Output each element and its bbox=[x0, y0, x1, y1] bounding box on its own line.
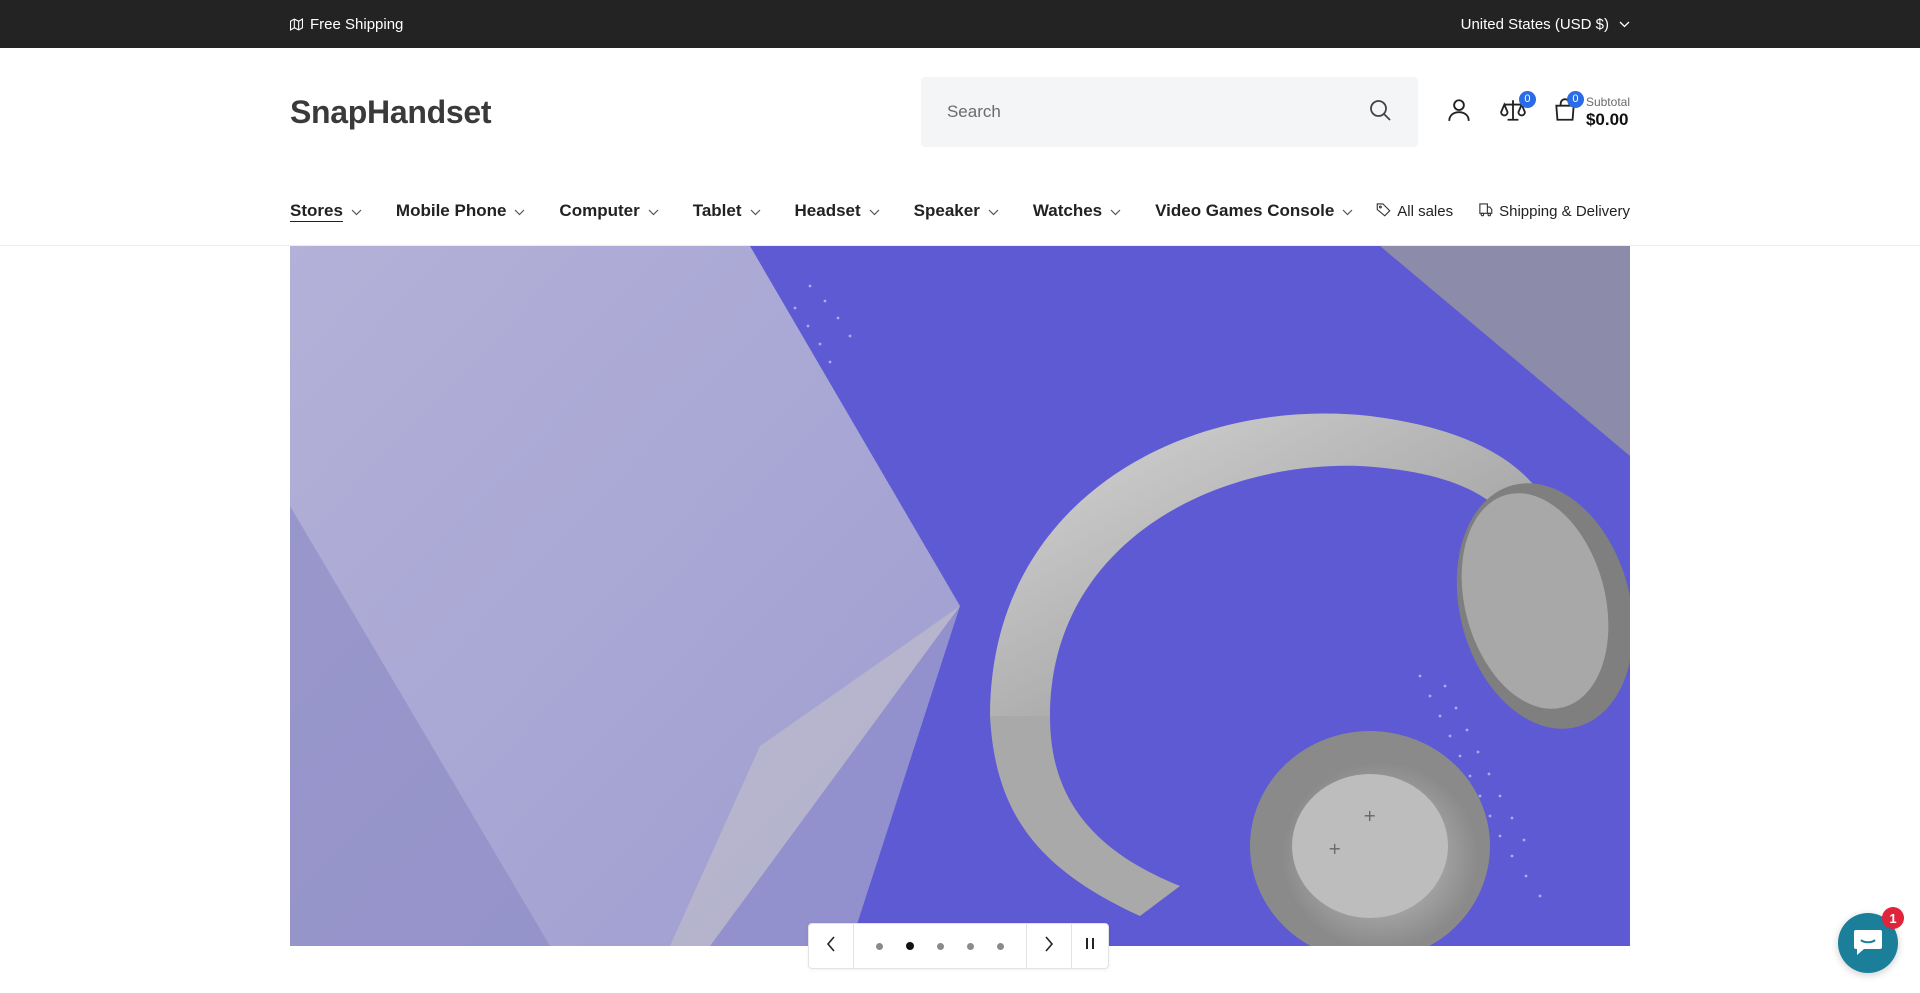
chevron-left-icon bbox=[826, 935, 836, 957]
free-shipping-notice: Free Shipping bbox=[290, 16, 403, 33]
free-shipping-text: Free Shipping bbox=[310, 15, 404, 33]
box-icon bbox=[1478, 202, 1493, 221]
announcement-bar: Free Shipping United States (USD $) bbox=[0, 0, 1920, 48]
hero-slideshow: + + bbox=[290, 246, 1630, 969]
slider-controls bbox=[808, 923, 1109, 969]
compare-count-badge: 0 bbox=[1518, 90, 1536, 108]
nav-item-label: Tablet bbox=[692, 201, 742, 220]
slide-dot-3[interactable] bbox=[937, 942, 944, 950]
nav-item-watches[interactable]: Watches bbox=[1033, 201, 1121, 221]
main-navigation: Stores Mobile Phone Computer Tablet Headset S… bbox=[0, 176, 1920, 246]
search-input[interactable] bbox=[946, 102, 1347, 122]
nav-item-label: Headset bbox=[794, 201, 861, 220]
nav-item-headset[interactable]: Headset bbox=[795, 201, 880, 221]
country-selector[interactable]: United States (USD $) bbox=[1461, 16, 1630, 33]
site-header: SnapHandset 0 bbox=[0, 48, 1920, 176]
cart-icon-wrap: 0 bbox=[1552, 90, 1584, 128]
slide-dot-1[interactable] bbox=[876, 942, 883, 950]
nav-item-computer[interactable]: Computer bbox=[559, 201, 659, 221]
nav-item-label: Computer bbox=[559, 201, 640, 220]
nav-item-label: Speaker bbox=[913, 201, 980, 220]
svg-text:+: + bbox=[1363, 806, 1376, 825]
chat-bubble-icon bbox=[1852, 926, 1884, 961]
all-sales-label: All sales bbox=[1397, 202, 1454, 220]
headphones-image: + + bbox=[290, 246, 1630, 946]
nav-item-label: Watches bbox=[1032, 201, 1103, 220]
cart-count-badge: 0 bbox=[1566, 90, 1584, 108]
slide-dots bbox=[854, 942, 1026, 950]
slide-dot-4[interactable] bbox=[967, 942, 974, 950]
next-slide-button[interactable] bbox=[1027, 924, 1071, 968]
slide-dot-5[interactable] bbox=[997, 942, 1004, 950]
chevron-down-icon bbox=[1110, 201, 1121, 221]
shipping-delivery-link[interactable]: Shipping & Delivery bbox=[1478, 202, 1630, 221]
chat-widget-button[interactable]: 1 bbox=[1838, 907, 1904, 973]
nav-item-label: Video Games Console bbox=[1155, 201, 1335, 220]
map-icon bbox=[290, 17, 303, 31]
site-logo[interactable]: SnapHandset bbox=[290, 94, 491, 131]
chevron-down-icon bbox=[514, 201, 525, 221]
nav-item-label: Stores bbox=[290, 201, 343, 220]
shipping-delivery-label: Shipping & Delivery bbox=[1499, 202, 1630, 220]
slide-dot-2[interactable] bbox=[906, 942, 914, 950]
cart-subtotal-label: Subtotal bbox=[1585, 95, 1630, 109]
chevron-down-icon bbox=[869, 201, 880, 221]
chevron-down-icon bbox=[750, 201, 761, 221]
country-selector-label: United States (USD $) bbox=[1460, 15, 1609, 33]
chevron-down-icon bbox=[1619, 21, 1630, 28]
nav-item-label: Mobile Phone bbox=[395, 201, 507, 220]
search-bar bbox=[920, 77, 1418, 147]
nav-item-tablet[interactable]: Tablet bbox=[693, 201, 761, 221]
chevron-down-icon bbox=[351, 201, 362, 221]
chevron-down-icon bbox=[988, 201, 999, 221]
previous-slide-button[interactable] bbox=[809, 924, 853, 968]
compare-button[interactable]: 0 bbox=[1500, 90, 1536, 128]
chevron-down-icon bbox=[1342, 201, 1353, 221]
hero-slide-image: + + bbox=[290, 246, 1630, 946]
pause-icon bbox=[1085, 937, 1095, 955]
nav-item-video-games-console[interactable]: Video Games Console bbox=[1155, 201, 1353, 221]
nav-item-mobile-phone[interactable]: Mobile Phone bbox=[396, 201, 526, 221]
svg-text:+: + bbox=[1328, 839, 1341, 858]
cart-button[interactable]: 0 Subtotal $0.00 bbox=[1552, 90, 1630, 129]
nav-item-speaker[interactable]: Speaker bbox=[914, 201, 999, 221]
all-sales-link[interactable]: All sales bbox=[1376, 202, 1453, 221]
account-button[interactable] bbox=[1446, 97, 1472, 128]
search-icon[interactable] bbox=[1368, 98, 1392, 127]
tag-icon bbox=[1376, 202, 1391, 221]
chevron-down-icon bbox=[648, 201, 659, 221]
chat-unread-badge: 1 bbox=[1882, 907, 1904, 929]
pause-slideshow-button[interactable] bbox=[1072, 924, 1108, 968]
nav-item-stores[interactable]: Stores bbox=[290, 201, 362, 221]
chevron-right-icon bbox=[1044, 935, 1054, 957]
cart-subtotal-value: $0.00 bbox=[1585, 110, 1629, 129]
user-icon bbox=[1446, 97, 1472, 128]
